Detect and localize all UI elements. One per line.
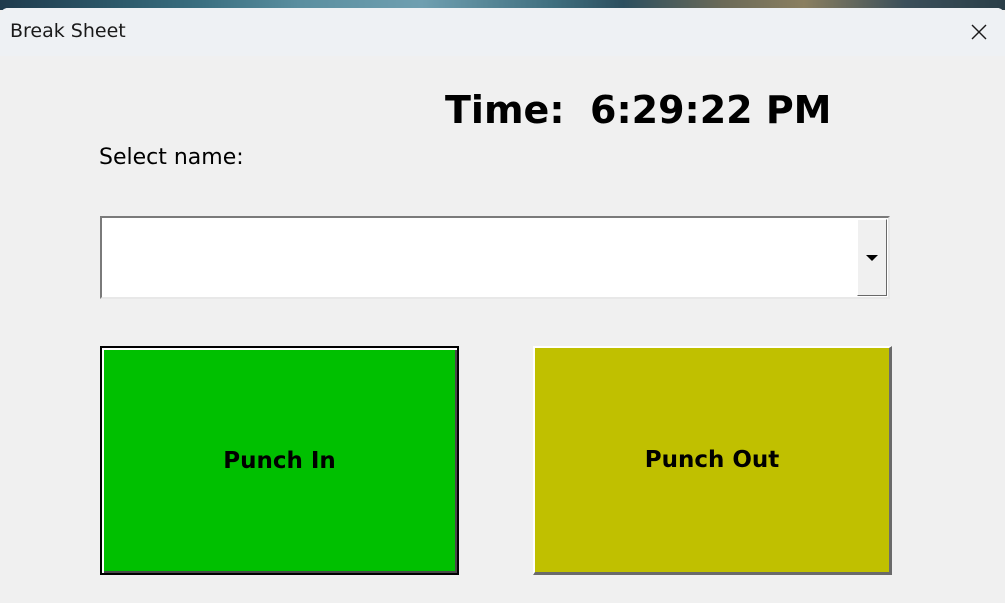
time-value: 6:29:22 PM <box>590 88 832 132</box>
punch-out-label: Punch Out <box>644 447 780 473</box>
window-title: Break Sheet <box>10 20 126 42</box>
chevron-down-icon <box>866 254 878 261</box>
close-button[interactable] <box>953 8 1005 56</box>
punch-in-label: Punch In <box>223 447 336 474</box>
title-bar: Break Sheet <box>0 8 1005 56</box>
close-icon <box>971 24 987 40</box>
name-combobox[interactable] <box>100 216 890 299</box>
punch-in-button[interactable]: Punch In <box>100 346 459 575</box>
combobox-dropdown-button[interactable] <box>857 219 887 296</box>
punch-out-button[interactable]: Punch Out <box>533 346 892 575</box>
select-name-label: Select name: <box>99 145 244 170</box>
break-sheet-window: Break Sheet Time: 6:29:22 PM Select name… <box>0 8 1005 603</box>
time-label: Time: <box>445 88 565 132</box>
